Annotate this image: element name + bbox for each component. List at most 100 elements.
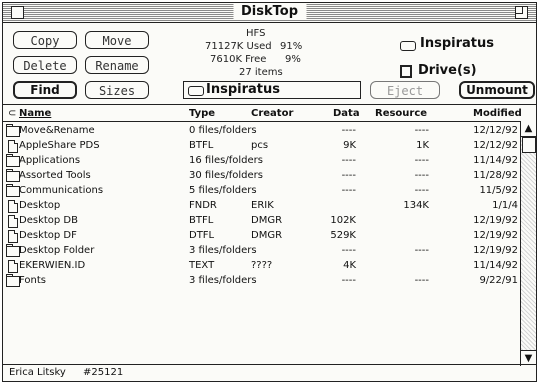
drive-icon [400,65,412,78]
file-row[interactable]: Move&Rename 0 files/folders ---- ---- 12… [3,123,520,138]
file-modified: 11/28/92 [473,170,518,181]
column-header-modified[interactable]: Modified [473,107,522,121]
column-header-type[interactable]: Type [189,107,215,121]
folder-icon [6,244,20,257]
folder-icon [6,124,20,137]
file-row[interactable]: EKERWIEN.ID TEXT ???? 4K 11/14/92 [3,258,520,273]
drives-label[interactable]: Drive(s) [418,63,477,78]
status-user: Erica Litsky [9,367,66,378]
file-row[interactable]: Assorted Tools 30 files/folders ---- ---… [3,168,520,183]
file-row[interactable]: Desktop Folder 3 files/folders ---- ----… [3,243,520,258]
document-icon [8,230,18,243]
file-row[interactable]: Desktop DF DTFL DMGR 529K 12/19/92 [3,228,520,243]
file-row[interactable]: AppleShare PDS BTFL pcs 9K 1K 12/12/92 [3,138,520,153]
file-type: BTFL [189,215,214,226]
file-modified: 12/12/92 [473,140,518,151]
file-resource-size: ---- [414,155,429,166]
file-row[interactable]: Desktop FNDR ERIK 134K 1/1/4 [3,198,520,213]
disk-icon [400,41,416,51]
file-modified: 11/5/92 [479,185,518,196]
file-modified: 12/12/92 [473,125,518,136]
divider [3,121,536,122]
sort-arrow-icon: ⊂ [8,108,17,119]
volume-free: 7610K Free [210,54,267,65]
column-header-name[interactable]: Name [19,107,51,121]
folder-icon [6,274,20,287]
document-icon [8,200,18,213]
file-row[interactable]: Fonts 3 files/folders ---- ---- 9/22/91 [3,273,520,288]
file-resource-size: ---- [414,125,429,136]
file-type: 30 files/folders [189,170,263,181]
file-modified: 12/19/92 [473,230,518,241]
document-icon [8,215,18,228]
file-type: 3 files/folders [189,245,257,256]
file-creator: pcs [251,140,269,151]
volume-free-percent: 9% [285,54,301,65]
file-creator: DMGR [251,230,283,241]
vertical-scrollbar[interactable]: ▲ ▼ [520,121,536,366]
file-name: Applications [19,155,81,166]
volume-item-count: 27 items [239,67,283,78]
file-name: Desktop DF [19,230,77,241]
file-type: TEXT [189,260,215,271]
file-row[interactable]: Desktop DB BTFL DMGR 102K 12/19/92 [3,213,520,228]
file-modified: 12/19/92 [473,245,518,256]
file-data-size: 529K [330,230,356,241]
file-creator: DMGR [251,215,283,226]
rename-button[interactable]: Rename [85,56,149,74]
sizes-button[interactable]: Sizes [85,81,149,99]
file-data-size: ---- [341,245,356,256]
window-title: DiskTop [232,4,307,20]
file-data-size: ---- [341,275,356,286]
file-data-size: 9K [343,140,356,151]
scroll-up-arrow-icon[interactable]: ▲ [521,121,536,137]
file-type: 5 files/folders [189,185,257,196]
file-resource-size: ---- [414,185,429,196]
zoom-box[interactable] [515,6,528,19]
file-name: Fonts [19,275,46,286]
file-row[interactable]: Applications 16 files/folders ---- ---- … [3,153,520,168]
column-header-data[interactable]: Data [333,107,360,121]
find-button[interactable]: Find [13,81,77,99]
volume-name[interactable]: Inspiratus [420,36,494,51]
volume-used-percent: 91% [280,41,303,52]
volume-format: HFS [246,28,266,39]
file-name: Desktop Folder [19,245,95,256]
scroll-thumb[interactable] [522,137,536,153]
file-modified: 12/19/92 [473,215,518,226]
column-header-creator[interactable]: Creator [251,107,293,121]
file-type: BTFL [189,140,214,151]
eject-button[interactable]: Eject [370,81,440,99]
file-row[interactable]: Communications 5 files/folders ---- ----… [3,183,520,198]
title-bar[interactable]: DiskTop [3,3,536,23]
disktop-window: DiskTop Copy Move Delete Rename Find Siz… [2,2,537,382]
path-popup[interactable]: Inspiratus [183,81,361,99]
close-box[interactable] [11,6,24,19]
file-data-size: 4K [343,260,356,271]
document-icon [8,260,18,273]
file-data-size: ---- [341,170,356,181]
delete-button[interactable]: Delete [13,56,77,74]
copy-button[interactable]: Copy [13,31,77,49]
file-resource-size: ---- [414,245,429,256]
file-data-size: ---- [341,125,356,136]
folder-icon [6,184,20,197]
unmount-button[interactable]: Unmount [459,81,535,99]
file-modified: 11/14/92 [473,155,518,166]
file-name: EKERWIEN.ID [19,260,86,271]
file-resource-size: 134K [403,200,429,211]
file-type: 16 files/folders [189,155,263,166]
file-data-size: 102K [330,215,356,226]
status-bar: Erica Litsky #25121 [3,364,536,381]
path-label: Inspiratus [206,82,280,97]
file-modified: 1/1/4 [492,200,518,211]
file-name: Communications [19,185,104,196]
file-resource-size: 1K [416,140,429,151]
file-name: Desktop DB [19,215,78,226]
column-header-resource[interactable]: Resource [375,107,427,121]
volume-used: 71127K Used [205,41,272,52]
file-type: 3 files/folders [189,275,257,286]
move-button[interactable]: Move [85,31,149,49]
file-creator: ???? [251,260,273,271]
file-name: Move&Rename [19,125,95,136]
